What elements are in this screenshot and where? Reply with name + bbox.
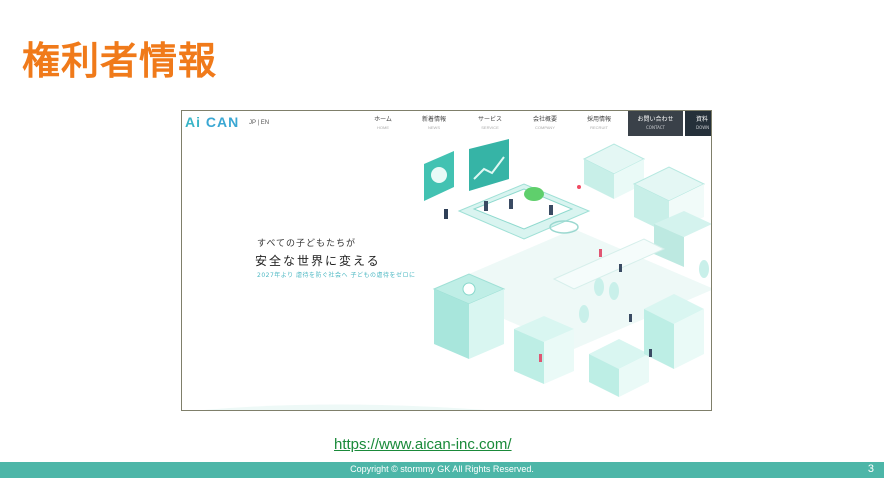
nav-company-label: 会社概要 (532, 116, 557, 123)
copyright-text: Copyright © stormmy GK All Rights Reserv… (350, 464, 534, 474)
language-switch[interactable]: JP | EN (249, 120, 269, 126)
nav-contact-sub: CONTACT (646, 125, 665, 130)
slide-title: 権利者情報 (22, 39, 218, 83)
page-number: 3 (867, 463, 874, 475)
bottom-curve (203, 404, 485, 410)
nav-document-sub: DOWN (696, 125, 710, 130)
nav-news-label: 新着情報 (421, 116, 446, 123)
nav-recruit[interactable]: 採用情報 RECRUIT (583, 116, 615, 132)
nav-recruit-label: 採用情報 (586, 116, 611, 123)
nav-home-label: ホーム (374, 116, 392, 123)
nav-service-label: サービス (477, 116, 502, 123)
nav-document-button[interactable]: 資料 DOWN (685, 111, 711, 136)
nav-home-sub: HOME (377, 125, 389, 130)
nav-recruit-sub: RECRUIT (590, 125, 608, 130)
logo-part-can: CAN (201, 114, 240, 130)
site-header: Ai CAN JP | EN ホーム HOME 新着情報 NEWS サービス S… (182, 111, 711, 136)
nav-news[interactable]: 新着情報 NEWS (419, 116, 449, 132)
isometric-city-illustration (424, 139, 711, 397)
nav-company-sub: COMPANY (535, 125, 555, 130)
nav-home[interactable]: ホーム HOME (368, 116, 398, 132)
hero-line-2: 安全な世界に変える (255, 254, 381, 268)
logo-part-ai: Ai (185, 114, 201, 130)
website-link[interactable]: https://www.aican-inc.com/ (334, 436, 512, 453)
hero-line-3: 2027年より 虐待を防ぐ社会へ 子どもの虐待をゼロに (257, 272, 416, 279)
nav-document-label: 資料 (696, 116, 709, 123)
nav-news-sub: NEWS (428, 125, 440, 130)
nav-company[interactable]: 会社概要 COMPANY (529, 116, 561, 132)
nav-service[interactable]: サービス SERVICE (474, 116, 506, 132)
nav-service-sub: SERVICE (481, 125, 499, 130)
hero-line-1: すべての子どもたちが (257, 239, 357, 249)
nav-contact-label: お問い合わせ (637, 116, 674, 123)
nav-contact-button[interactable]: お問い合わせ CONTACT (628, 111, 683, 136)
aican-logo[interactable]: Ai CAN (185, 114, 239, 130)
website-screenshot: Ai CAN JP | EN ホーム HOME 新着情報 NEWS サービス S… (181, 110, 712, 411)
footer-bar: Copyright © stormmy GK All Rights Reserv… (0, 462, 884, 478)
